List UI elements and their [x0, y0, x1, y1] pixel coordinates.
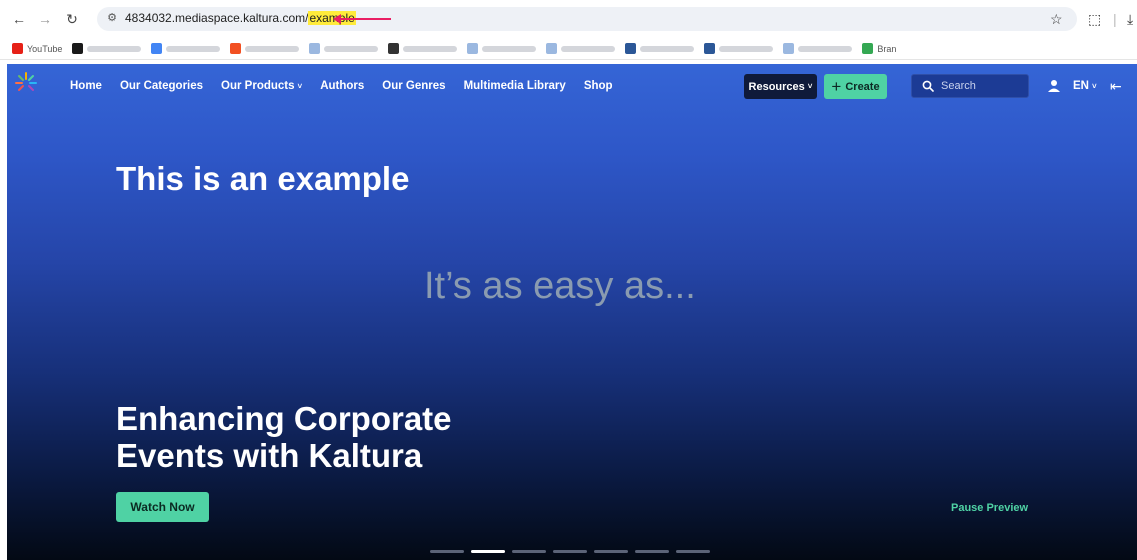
nav-item-label: Shop: [583, 80, 613, 92]
chevron-down-icon: ˅: [807, 82, 813, 91]
bookmark-label-blurred: [87, 45, 142, 52]
hero-title: This is an example: [116, 160, 410, 197]
carousel-dot[interactable]: [430, 550, 464, 553]
reload-icon[interactable]: ↻: [63, 10, 81, 28]
bookmark-item[interactable]: [309, 43, 379, 54]
bookmark-favicon-icon: [230, 43, 242, 54]
bookmark-item[interactable]: [704, 43, 774, 54]
bookmark-item[interactable]: [72, 43, 142, 54]
chevron-down-icon: ˅: [297, 81, 303, 91]
chevron-down-icon: ˅: [1091, 81, 1097, 91]
bookmark-item[interactable]: YouTube: [12, 43, 62, 54]
bookmark-favicon-icon: [862, 43, 874, 54]
carousel-dot[interactable]: [553, 550, 587, 553]
plus-icon: +: [831, 77, 842, 96]
url-prefix: 4834032.mediaspace.kaltura.com/: [125, 11, 309, 25]
nav-item-multimedia-library[interactable]: Multimedia Library: [464, 80, 566, 92]
nav-item-label: Home: [70, 80, 102, 92]
bookmark-label-blurred: [245, 45, 300, 52]
bookmark-favicon-icon: [72, 43, 84, 54]
create-label: Create: [845, 80, 880, 93]
bookmark-item[interactable]: [467, 43, 537, 54]
url-text[interactable]: 4834032.mediaspace.kaltura.com/ example: [125, 11, 356, 25]
user-icon[interactable]: [1047, 79, 1061, 93]
hero-subtitle: It’s as easy as...: [424, 265, 696, 307]
bookmark-label: Bran: [877, 43, 897, 54]
annotation-arrow: [333, 14, 391, 24]
bookmarks-bar: YouTube Bran: [0, 38, 1137, 60]
nav-item-our-products[interactable]: Our Products ˅: [221, 80, 302, 92]
bookmark-item[interactable]: [388, 43, 458, 54]
nav-item-label: Multimedia Library: [463, 80, 566, 92]
download-icon[interactable]: ⤓: [1127, 10, 1133, 28]
resources-label: Resources: [748, 80, 805, 93]
bookmark-favicon-icon: [704, 43, 716, 54]
nav-item-label: Our Products: [221, 80, 295, 92]
bookmark-item[interactable]: [151, 43, 221, 54]
bookmark-item[interactable]: Bran: [862, 43, 896, 54]
bookmark-item[interactable]: [546, 43, 616, 54]
nav-item-label: Our Categories: [119, 80, 204, 92]
nav-item-authors[interactable]: Authors: [320, 80, 364, 92]
exit-icon[interactable]: ⇤: [1110, 79, 1122, 93]
site-settings-icon[interactable]: ⚙: [105, 11, 119, 25]
carousel-dot[interactable]: [471, 550, 505, 553]
bookmark-label-blurred: [719, 45, 774, 52]
extensions-icon[interactable]: ⬚: [1088, 10, 1101, 28]
bookmark-label-blurred: [482, 45, 537, 52]
nav-item-label: Our Genres: [382, 80, 446, 92]
search-icon: [922, 80, 934, 92]
back-icon[interactable]: ←: [10, 10, 28, 28]
bookmark-item[interactable]: [783, 43, 853, 54]
carousel-dot[interactable]: [594, 550, 628, 553]
search-box[interactable]: [911, 74, 1029, 98]
event-title-line2: Events with Kaltura: [116, 437, 423, 474]
divider: |: [1113, 11, 1117, 27]
event-title-line1: Enhancing Corporate: [116, 400, 452, 437]
watch-now-button[interactable]: Watch Now: [116, 492, 209, 522]
bookmark-favicon-icon: [783, 43, 795, 54]
pause-preview-button[interactable]: Pause Preview: [951, 502, 1028, 514]
nav-item-our-categories[interactable]: Our Categories: [120, 80, 203, 92]
language-selector[interactable]: EN ˅: [1073, 80, 1097, 92]
nav-item-our-genres[interactable]: Our Genres: [382, 80, 445, 92]
carousel-dot[interactable]: [512, 550, 546, 553]
nav-item-label: Authors: [320, 80, 365, 92]
carousel-dot[interactable]: [635, 550, 669, 553]
forward-icon[interactable]: →: [36, 10, 54, 28]
event-title: Enhancing Corporate Events with Kaltura: [116, 400, 536, 474]
carousel-indicators: [430, 550, 710, 553]
bookmark-label-blurred: [324, 45, 379, 52]
nav-item-shop[interactable]: Shop: [584, 80, 613, 92]
carousel-dot[interactable]: [676, 550, 710, 553]
bookmark-favicon-icon: [388, 43, 400, 54]
site-container: Home Our Categories Our Products ˅ Authors Ou…: [7, 64, 1137, 560]
language-label: EN: [1073, 80, 1089, 92]
star-icon[interactable]: ☆: [1050, 10, 1063, 28]
bookmark-label-blurred: [640, 45, 695, 52]
bookmark-favicon-icon: [467, 43, 479, 54]
bookmark-label: YouTube: [27, 43, 63, 54]
bookmark-label-blurred: [561, 45, 616, 52]
bookmark-label-blurred: [166, 45, 221, 52]
bookmark-favicon-icon: [625, 43, 637, 54]
main-nav: Home Our Categories Our Products ˅ Authors Ou…: [70, 80, 613, 92]
browser-toolbar: ← → ↻ ⚙ 4834032.mediaspace.kaltura.com/ …: [0, 0, 1137, 38]
kaltura-logo-icon[interactable]: [15, 72, 37, 94]
bookmark-favicon-icon: [12, 43, 23, 54]
bookmark-item[interactable]: [625, 43, 695, 54]
bookmark-item[interactable]: [230, 43, 300, 54]
create-button[interactable]: + Create: [824, 74, 887, 99]
bookmark-favicon-icon: [546, 43, 558, 54]
bookmark-label-blurred: [403, 45, 458, 52]
nav-item-home[interactable]: Home: [70, 80, 102, 92]
search-input[interactable]: [941, 80, 1021, 92]
bookmark-favicon-icon: [151, 43, 163, 54]
bookmark-favicon-icon: [309, 43, 321, 54]
resources-button[interactable]: Resources ˅: [744, 74, 817, 99]
bookmark-label-blurred: [798, 45, 853, 52]
